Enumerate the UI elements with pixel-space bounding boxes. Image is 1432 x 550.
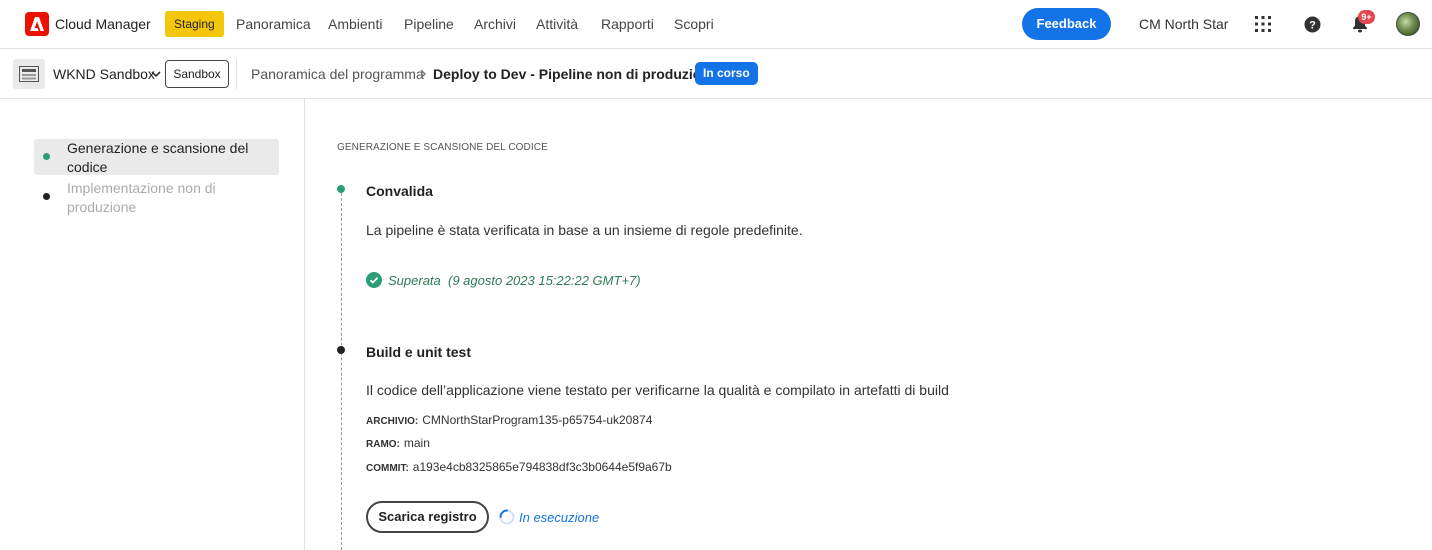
step-status-dot	[43, 153, 50, 160]
nav-panoramica[interactable]: Panoramica	[236, 16, 311, 32]
step-label: Implementazione non di produzione	[67, 180, 216, 215]
status-badge: In corso	[695, 62, 758, 85]
apps-grid-icon[interactable]	[1251, 12, 1275, 36]
nav-archivi[interactable]: Archivi	[474, 16, 516, 32]
step-label: Generazione e scansione del codice	[67, 140, 249, 175]
result-label: Superata	[388, 272, 441, 288]
svg-text:?: ?	[1309, 19, 1316, 31]
step-code-generation[interactable]: Generazione e scansione del codice	[34, 139, 279, 175]
help-icon[interactable]: ?	[1300, 12, 1324, 36]
stage-result: Superata (9 agosto 2023 15:22:22 GMT+7)	[366, 272, 641, 288]
feedback-button[interactable]: Feedback	[1022, 8, 1111, 40]
timeline-line	[341, 193, 342, 550]
avatar[interactable]	[1396, 12, 1420, 36]
program-switcher[interactable]: WKND Sandbox	[53, 66, 155, 82]
adobe-logo-icon[interactable]	[25, 12, 49, 36]
step-non-production-deploy[interactable]: Implementazione non di produzione	[34, 179, 279, 217]
stage-status-dot	[337, 185, 345, 193]
org-switcher[interactable]: CM North Star	[1139, 16, 1228, 32]
stage-title: Build e unit test	[366, 344, 471, 360]
meta-repository: ARCHIVIO: CMNorthStarProgram135-p65754-uk…	[366, 413, 653, 427]
divider	[236, 59, 237, 89]
running-label: In esecuzione	[519, 509, 600, 525]
page-title: Deploy to Dev - Pipeline non di produzio…	[433, 66, 718, 82]
stage-status-dot	[337, 346, 345, 354]
breadcrumb-program-overview[interactable]: Panoramica del programma	[251, 66, 424, 82]
meta-commit: COMMIT: a193e4cb8325865e794838df3c3b0644e…	[366, 460, 672, 474]
stage-title: Convalida	[366, 183, 433, 199]
spinner-icon	[499, 509, 515, 525]
section-title: GENERAZIONE E SCANSIONE DEL CODICE	[337, 142, 548, 153]
environment-badge: Staging	[165, 11, 224, 37]
download-log-button[interactable]: Scarica registro	[366, 501, 489, 533]
nav-rapporti[interactable]: Rapporti	[601, 16, 654, 32]
result-time: (9 agosto 2023 15:22:22 GMT+7)	[448, 272, 641, 288]
step-status-dot	[43, 193, 50, 200]
stage-description: La pipeline è stata verificata in base a…	[366, 222, 803, 238]
top-bar: Cloud Manager Staging Panoramica Ambient…	[0, 0, 1432, 49]
nav-attivita[interactable]: Attività	[536, 16, 578, 32]
meta-branch: RAMO: main	[366, 436, 430, 450]
check-circle-icon	[366, 272, 382, 288]
chevron-right-icon	[418, 67, 428, 85]
nav-scopri[interactable]: Scopri	[674, 16, 714, 32]
steps-sidebar: Generazione e scansione del codice Imple…	[0, 99, 305, 550]
notification-badge: 9+	[1358, 10, 1375, 24]
nav-pipeline[interactable]: Pipeline	[404, 16, 454, 32]
program-icon	[13, 59, 45, 89]
chevron-down-icon[interactable]	[150, 67, 162, 85]
program-type-badge: Sandbox	[165, 60, 229, 88]
program-bar: WKND Sandbox Sandbox Panoramica del prog…	[0, 49, 1432, 99]
nav-ambienti[interactable]: Ambienti	[328, 16, 382, 32]
stage-description: Il codice dell’applicazione viene testat…	[366, 382, 949, 398]
app-name[interactable]: Cloud Manager	[55, 16, 151, 32]
running-status: In esecuzione	[499, 509, 599, 525]
